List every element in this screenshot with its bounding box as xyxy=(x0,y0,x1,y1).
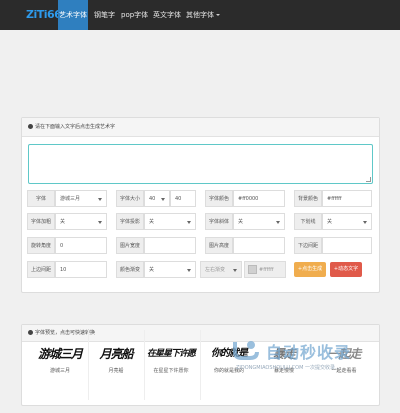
gradient-color-value: #ffffff xyxy=(259,267,274,273)
shadow-select[interactable]: 关 xyxy=(144,213,196,230)
gradient-color-input[interactable]: #ffffff xyxy=(244,261,286,278)
watermark-title: 自动秒收录 xyxy=(266,343,352,362)
bold-select[interactable]: 关 xyxy=(55,213,107,230)
font-card-preview: 月亮船 xyxy=(99,347,133,361)
generate-button-label: 点击生成 xyxy=(302,266,323,272)
info-icon xyxy=(28,124,33,129)
chevron-down-icon xyxy=(161,198,165,201)
font-label: 字体 xyxy=(27,190,55,207)
color-swatch[interactable] xyxy=(248,265,257,274)
font-card[interactable]: 在星星下许愿 在星星下许愿你 xyxy=(145,333,197,413)
italic-select-value: 关 xyxy=(238,219,244,225)
font-select[interactable]: 游城三月 xyxy=(55,190,107,207)
generate-button[interactable]: + 点击生成 xyxy=(294,262,326,277)
text-input-area[interactable] xyxy=(28,144,373,184)
animated-text-button-label: 动态文字 xyxy=(338,266,359,272)
gradient-select[interactable]: 关 xyxy=(144,261,196,278)
watermark-subtitle: ZIDONGMIAOSHOULU.COM 一次提交收录… xyxy=(236,365,341,371)
nav-item-pen-font[interactable]: 钢笔字 xyxy=(94,0,115,30)
font-card-preview: 游城三月 xyxy=(37,347,83,361)
width-label: 图片宽度 xyxy=(116,237,144,254)
underline-label: 下划线 xyxy=(294,213,322,230)
size-select[interactable]: 40 xyxy=(144,190,170,207)
nav-item-other-font[interactable]: 其他字体 xyxy=(186,0,220,30)
chevron-down-icon xyxy=(216,14,220,16)
italic-label: 字体斜体 xyxy=(205,213,233,230)
nav-item-art-font[interactable]: 艺术字体 xyxy=(58,0,88,30)
divider xyxy=(88,330,89,400)
bgcolor-label: 背景颜色 xyxy=(294,190,322,207)
chevron-down-icon xyxy=(363,221,367,224)
rotate-label: 旋转角度 xyxy=(27,237,55,254)
font-select-value: 游城三月 xyxy=(60,196,81,202)
gradient-select-value: 关 xyxy=(149,267,155,273)
top-margin-label: 上边间距 xyxy=(27,261,55,278)
italic-select[interactable]: 关 xyxy=(233,213,285,230)
nav-item-english-font[interactable]: 英文字体 xyxy=(153,0,181,30)
shadow-select-value: 关 xyxy=(149,219,155,225)
chevron-down-icon xyxy=(187,221,191,224)
gradient-label: 颜色渐变 xyxy=(116,261,144,278)
bold-label: 字体加粗 xyxy=(27,213,55,230)
resize-handle-icon[interactable] xyxy=(366,177,371,182)
watermark-logo-icon xyxy=(233,341,259,360)
size-label: 字体大小 xyxy=(116,190,144,207)
font-card-name: 月亮船 xyxy=(108,368,124,374)
panel-header-text: 请在下面输入文字后点击生成艺术字 xyxy=(35,124,116,130)
underline-select-value: 关 xyxy=(327,219,333,225)
font-card-preview: 在星星下许愿 xyxy=(146,349,196,359)
top-margin-input[interactable]: 10 xyxy=(55,261,107,278)
rotate-input[interactable]: 0 xyxy=(55,237,107,254)
chevron-down-icon xyxy=(233,269,237,272)
info-icon xyxy=(28,330,33,335)
font-card[interactable]: 月亮船 月亮船 xyxy=(90,333,142,413)
color-label: 字体颜色 xyxy=(205,190,233,207)
divider xyxy=(200,330,201,400)
font-card-name: 在星星下许愿你 xyxy=(153,368,189,374)
chevron-down-icon xyxy=(98,221,102,224)
chevron-down-icon xyxy=(276,221,280,224)
bottom-margin-label: 下边间距 xyxy=(294,237,322,254)
chevron-down-icon xyxy=(187,269,191,272)
gradient-direction-value: 左右渐变 xyxy=(205,267,226,273)
size-select-value: 40 xyxy=(149,196,156,202)
color-input[interactable]: #ff0000 xyxy=(233,190,285,207)
underline-select[interactable]: 关 xyxy=(322,213,372,230)
shadow-label: 字体投影 xyxy=(116,213,144,230)
animated-text-button[interactable]: + 动态文字 xyxy=(330,262,362,277)
nav-item-other-label: 其他字体 xyxy=(186,11,214,19)
panel-header: 请在下面输入文字后点击生成艺术字 xyxy=(22,118,379,137)
bottom-margin-input[interactable] xyxy=(322,237,372,254)
site-logo[interactable]: ZiTi66 xyxy=(26,6,62,23)
height-input[interactable] xyxy=(233,237,285,254)
height-label: 图片高度 xyxy=(205,237,233,254)
size-input[interactable]: 40 xyxy=(170,190,196,207)
width-input[interactable] xyxy=(144,237,196,254)
top-navbar: ZiTi66 艺术字体 钢笔字 pop字体 英文字体 其他字体 xyxy=(0,0,400,30)
chevron-down-icon xyxy=(98,198,102,201)
font-card[interactable]: 游城三月 游城三月 xyxy=(34,333,86,413)
gradient-direction-select[interactable]: 左右渐变 xyxy=(200,261,242,278)
font-card-name: 游城三月 xyxy=(49,368,70,374)
nav-item-pop-font[interactable]: pop字体 xyxy=(121,0,148,30)
bgcolor-input[interactable]: #ffffff xyxy=(322,190,372,207)
bold-select-value: 关 xyxy=(60,219,66,225)
